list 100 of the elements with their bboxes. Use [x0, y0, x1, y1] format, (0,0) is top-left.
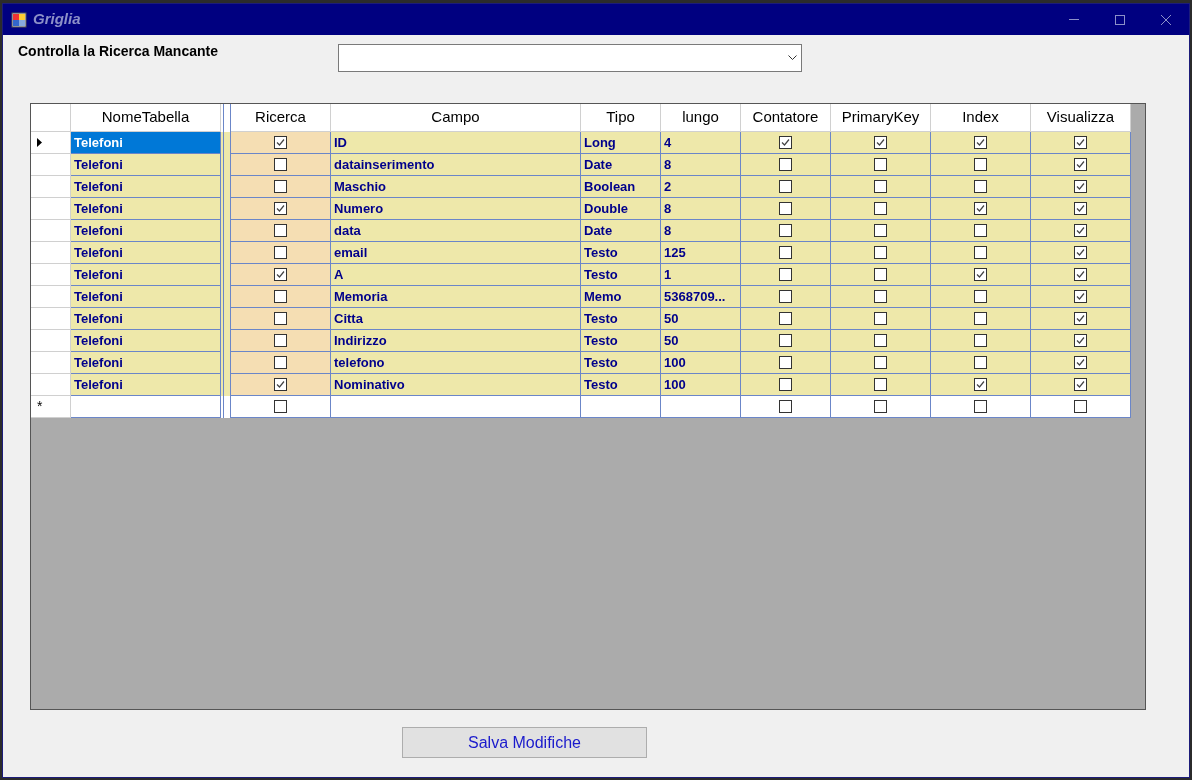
- table-cell: email: [331, 242, 581, 264]
- column-header[interactable]: Tipo: [581, 104, 661, 132]
- checkbox[interactable]: [974, 378, 987, 391]
- checkbox[interactable]: [974, 400, 987, 413]
- checkbox[interactable]: [1074, 290, 1087, 303]
- checkbox[interactable]: [874, 312, 887, 325]
- checkbox[interactable]: [974, 180, 987, 193]
- minimize-icon: [1069, 19, 1079, 20]
- checkbox[interactable]: [1074, 180, 1087, 193]
- table-cell: Citta: [331, 308, 581, 330]
- checkbox[interactable]: [974, 202, 987, 215]
- checkbox[interactable]: [1074, 158, 1087, 171]
- table-cell: 5368709...: [661, 286, 741, 308]
- current-row-icon: [37, 138, 42, 147]
- checkbox[interactable]: [874, 356, 887, 369]
- column-header[interactable]: PrimaryKey: [831, 104, 931, 132]
- checkbox[interactable]: [779, 224, 792, 237]
- table-cell: 100: [661, 374, 741, 396]
- checkbox[interactable]: [779, 268, 792, 281]
- checkbox[interactable]: [1074, 400, 1087, 413]
- column-header[interactable]: lungo: [661, 104, 741, 132]
- checkbox[interactable]: [779, 334, 792, 347]
- checkbox[interactable]: [274, 246, 287, 259]
- checkbox[interactable]: [1074, 136, 1087, 149]
- checkbox[interactable]: [974, 356, 987, 369]
- checkbox[interactable]: [779, 356, 792, 369]
- checkbox[interactable]: [974, 158, 987, 171]
- table-cell: data: [331, 220, 581, 242]
- checkbox[interactable]: [974, 268, 987, 281]
- checkbox[interactable]: [274, 378, 287, 391]
- checkbox[interactable]: [974, 334, 987, 347]
- checkbox[interactable]: [1074, 312, 1087, 325]
- checkbox[interactable]: [874, 334, 887, 347]
- checkbox[interactable]: [874, 268, 887, 281]
- table-cell: 100: [661, 352, 741, 374]
- checkbox[interactable]: [1074, 268, 1087, 281]
- checkbox[interactable]: [779, 158, 792, 171]
- checkbox[interactable]: [779, 246, 792, 259]
- dropdown-caret-icon: [788, 55, 797, 61]
- column-header[interactable]: Visualizza: [1031, 104, 1131, 132]
- checkbox[interactable]: [874, 224, 887, 237]
- table-cell: Telefoni: [71, 264, 221, 286]
- checkbox[interactable]: [874, 246, 887, 259]
- checkbox[interactable]: [874, 378, 887, 391]
- checkbox[interactable]: [274, 180, 287, 193]
- table-cell: Long: [581, 132, 661, 154]
- checkbox[interactable]: [274, 136, 287, 149]
- checkbox[interactable]: [274, 400, 287, 413]
- checkbox[interactable]: [874, 400, 887, 413]
- checkbox[interactable]: [274, 224, 287, 237]
- checkbox[interactable]: [779, 400, 792, 413]
- table-cell: Double: [581, 198, 661, 220]
- checkbox[interactable]: [974, 312, 987, 325]
- checkbox[interactable]: [874, 202, 887, 215]
- checkbox[interactable]: [274, 202, 287, 215]
- table-cell: Nominativo: [331, 374, 581, 396]
- save-button[interactable]: Salva Modifiche: [402, 727, 647, 758]
- column-header[interactable]: Campo: [331, 104, 581, 132]
- table-cell: telefono: [331, 352, 581, 374]
- checkbox[interactable]: [779, 136, 792, 149]
- checkbox[interactable]: [779, 290, 792, 303]
- table-cell: 8: [661, 154, 741, 176]
- window-title: Griglia: [33, 9, 81, 30]
- checkbox[interactable]: [779, 378, 792, 391]
- checkbox[interactable]: [274, 158, 287, 171]
- maximize-icon: [1115, 14, 1125, 25]
- checkbox[interactable]: [1074, 334, 1087, 347]
- table-cell: Boolean: [581, 176, 661, 198]
- table-cell: Memoria: [331, 286, 581, 308]
- checkbox[interactable]: [274, 268, 287, 281]
- checkbox[interactable]: [974, 136, 987, 149]
- checkbox[interactable]: [274, 334, 287, 347]
- checkbox[interactable]: [1074, 224, 1087, 237]
- column-header[interactable]: Index: [931, 104, 1031, 132]
- checkbox[interactable]: [274, 312, 287, 325]
- checkbox[interactable]: [779, 312, 792, 325]
- checkbox[interactable]: [1074, 356, 1087, 369]
- column-header[interactable]: NomeTabella: [71, 104, 221, 132]
- checkbox[interactable]: [274, 290, 287, 303]
- close-icon: [1161, 14, 1171, 25]
- checkbox[interactable]: [779, 202, 792, 215]
- table-cell: 50: [661, 330, 741, 352]
- checkbox[interactable]: [974, 246, 987, 259]
- checkbox[interactable]: [974, 224, 987, 237]
- row-header[interactable]: *: [31, 396, 71, 418]
- column-header[interactable]: Contatore: [741, 104, 831, 132]
- column-header[interactable]: Ricerca: [231, 104, 331, 132]
- checkbox[interactable]: [874, 158, 887, 171]
- checkbox[interactable]: [874, 180, 887, 193]
- filter-dropdown[interactable]: [338, 44, 802, 72]
- checkbox[interactable]: [874, 136, 887, 149]
- checkbox[interactable]: [1074, 246, 1087, 259]
- checkbox[interactable]: [1074, 202, 1087, 215]
- checkbox[interactable]: [274, 356, 287, 369]
- checkbox[interactable]: [874, 290, 887, 303]
- row-header[interactable]: [31, 132, 71, 154]
- table-cell: 4: [661, 132, 741, 154]
- checkbox[interactable]: [779, 180, 792, 193]
- checkbox[interactable]: [974, 290, 987, 303]
- checkbox[interactable]: [1074, 378, 1087, 391]
